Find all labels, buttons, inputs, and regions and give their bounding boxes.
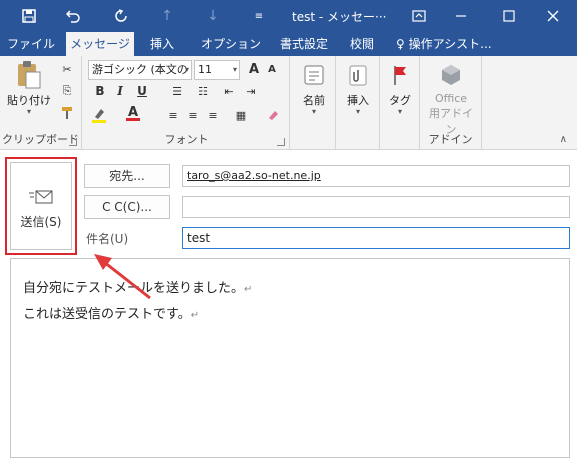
font-size-value: 11 (198, 63, 212, 76)
clipboard-group: 貼り付け ▾ ✂ ⎘ クリップボード (0, 56, 82, 150)
ribbon-display-options-icon[interactable] (396, 0, 442, 32)
font-launcher-icon[interactable] (277, 138, 285, 146)
tab-options[interactable]: オプション (196, 32, 266, 56)
italic-button[interactable]: I (112, 84, 128, 98)
to-field[interactable]: taro_s@aa2.so-net.ne.jp (182, 165, 570, 187)
addins-group-label: アドイン (428, 133, 473, 146)
collapse-ribbon-icon[interactable]: ∧ (560, 134, 567, 145)
ribbon: 貼り付け ▾ ✂ ⎘ クリップボード 游ゴシック (本文の ▾ 11 ▾ A A… (0, 56, 577, 150)
increase-indent-icon[interactable]: ⇥ (242, 82, 260, 100)
insert-button[interactable]: 挿入 ▾ (340, 60, 376, 116)
tags-label: タグ (389, 94, 411, 107)
tab-file[interactable]: ファイル (0, 32, 62, 56)
cc-button[interactable]: C C(C)... (84, 195, 170, 219)
insert-group: 挿入 ▾ (336, 56, 380, 150)
to-button[interactable]: 宛先... (84, 164, 170, 188)
subject-label: 件名(U) (86, 232, 129, 246)
underline-button[interactable]: U (134, 84, 150, 98)
address-book-icon (299, 60, 329, 90)
tab-insert[interactable]: 挿入 (140, 32, 184, 56)
grow-font-button[interactable]: A (246, 62, 262, 77)
return-mark-icon: ↵ (190, 310, 200, 321)
body-line: 自分宛にテストメールを送りました。↵ (23, 277, 252, 296)
paste-icon (14, 60, 44, 90)
font-size-select[interactable]: 11 ▾ (194, 60, 240, 80)
tell-me-box[interactable]: ♀ 操作アシスト... (396, 32, 506, 56)
down-arrow-icon[interactable]: ↓ (198, 0, 228, 32)
window-title: test - メッセー··· (292, 10, 387, 24)
paperclip-icon (343, 60, 373, 90)
decrease-indent-icon[interactable]: ⇤ (220, 82, 238, 100)
copy-icon[interactable]: ⎘ (58, 82, 76, 100)
return-mark-icon: ↵ (244, 284, 253, 295)
tags-button[interactable]: タグ ▾ (382, 60, 418, 116)
flag-icon (385, 60, 415, 90)
tags-group: タグ ▾ (380, 56, 420, 150)
up-arrow-icon[interactable]: ↑ (152, 0, 182, 32)
names-label: 名前 (303, 94, 325, 107)
font-name-value: 游ゴシック (本文の (92, 63, 188, 76)
body-line: これは送受信のテストです。↵ (23, 303, 199, 322)
font-group: 游ゴシック (本文の ▾ 11 ▾ A A B I U ☰ ☷ ⇤ ⇥ A ≡ … (84, 56, 290, 150)
paste-button[interactable]: 貼り付け ▾ (6, 60, 52, 116)
cc-field[interactable] (182, 196, 570, 218)
tab-review[interactable]: 校閲 (342, 32, 382, 56)
names-group: 名前 ▾ (292, 56, 336, 150)
align-left-icon[interactable]: ≡ (164, 106, 182, 124)
clipboard-launcher-icon[interactable] (69, 138, 77, 146)
font-name-select[interactable]: 游ゴシック (本文の ▾ (88, 60, 192, 80)
shrink-font-button[interactable]: A (264, 64, 280, 75)
chevron-down-icon: ▾ (184, 65, 189, 74)
insert-label: 挿入 (347, 94, 369, 107)
customize-qat-icon[interactable]: ≡ (244, 0, 274, 32)
office-addins-label-1: Office (434, 92, 468, 105)
subject-field[interactable]: test (182, 227, 570, 249)
lightbulb-icon: ♀ (396, 37, 405, 51)
svg-text:A: A (128, 105, 138, 120)
paste-label: 貼り付け (7, 94, 51, 107)
font-group-label: フォント (164, 133, 209, 146)
body-line-text: 自分宛にテストメールを送りました。 (23, 281, 245, 296)
names-button[interactable]: 名前 ▾ (296, 60, 332, 116)
addins-group: Office 用アドイン アドイン (420, 56, 482, 150)
format-painter-icon[interactable] (58, 104, 76, 122)
undo-icon[interactable] (58, 0, 88, 32)
body-line-text: これは送受信のテストです。 (23, 307, 191, 322)
maximize-icon[interactable] (486, 0, 532, 32)
to-address: taro_s@aa2.so-net.ne.jp (187, 169, 321, 182)
chevron-down-icon: ▾ (232, 65, 237, 74)
save-icon[interactable] (14, 0, 44, 32)
tab-message[interactable]: メッセージ (66, 32, 134, 56)
office-addins-icon (436, 60, 466, 90)
bold-button[interactable]: B (92, 84, 108, 98)
align-right-icon[interactable]: ≡ (204, 106, 222, 124)
highlight-box (5, 157, 77, 255)
close-icon[interactable] (530, 0, 576, 32)
title-bar: ↑ ↓ ≡ test - メッセー··· (0, 0, 577, 32)
message-body[interactable]: 自分宛にテストメールを送りました。↵ これは送受信のテストです。↵ (10, 258, 570, 458)
tab-format[interactable]: 書式設定 (272, 32, 336, 56)
numbering-icon[interactable]: ☷ (194, 82, 212, 100)
office-addins-button[interactable]: Office 用アドイン (424, 60, 478, 137)
styles-icon[interactable]: ▦ (232, 106, 250, 124)
minimize-icon[interactable] (438, 0, 484, 32)
clear-format-icon[interactable] (264, 106, 282, 124)
align-center-icon[interactable]: ≡ (184, 106, 202, 124)
redo-icon[interactable] (106, 0, 136, 32)
tell-me-label: 操作アシスト... (408, 37, 492, 51)
highlight-icon[interactable] (90, 106, 108, 124)
cut-icon[interactable]: ✂ (58, 60, 76, 78)
bullets-icon[interactable]: ☰ (168, 82, 186, 100)
font-color-icon[interactable]: A (124, 104, 142, 122)
ribbon-tabs: ファイル メッセージ 挿入 オプション 書式設定 校閲 ♀ 操作アシスト... (0, 32, 577, 56)
